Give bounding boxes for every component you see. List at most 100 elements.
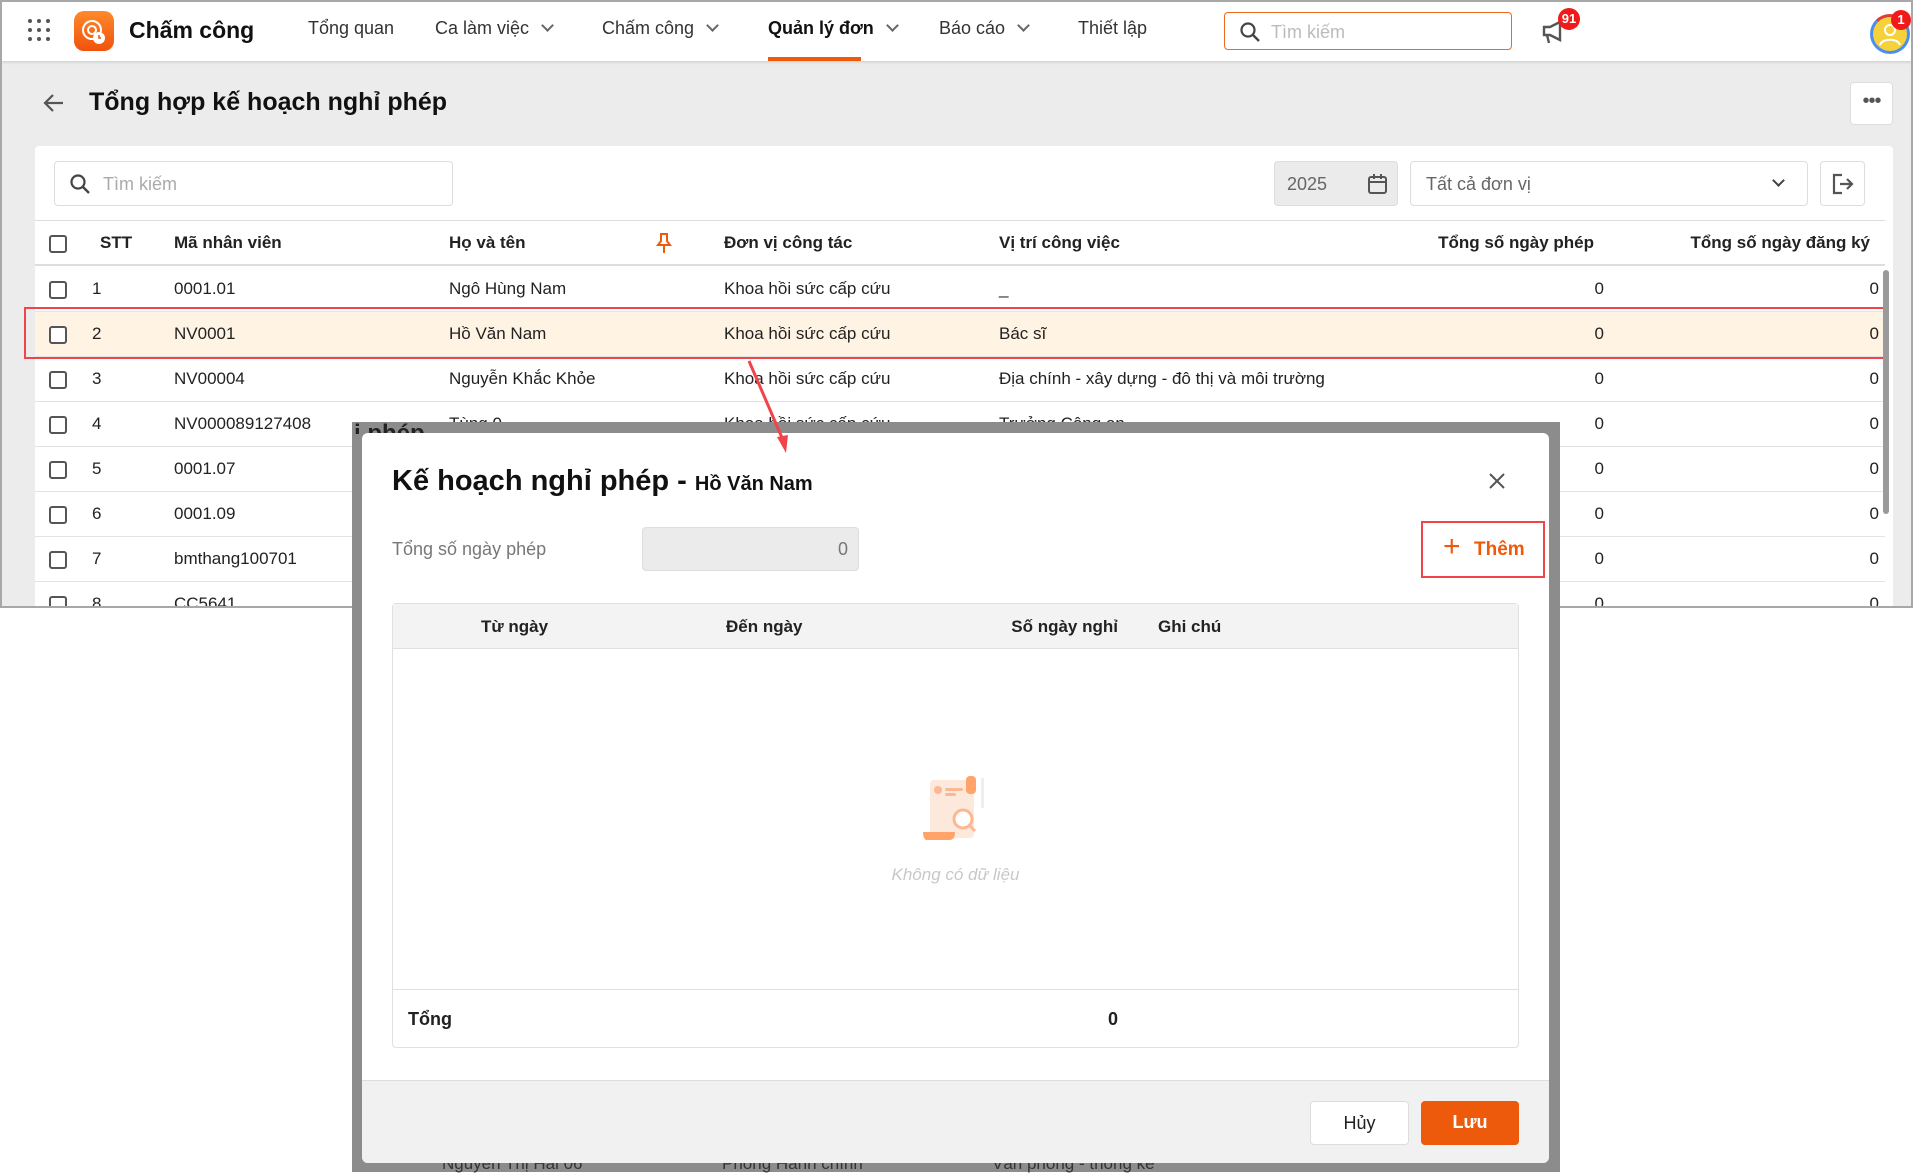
cell-stt: 4 — [92, 414, 102, 433]
chevron-down-icon — [706, 19, 719, 32]
search-placeholder: Tìm kiếm — [103, 174, 177, 194]
back-arrow-icon[interactable] — [42, 92, 66, 114]
cell-total: 0 — [1594, 279, 1604, 298]
active-tab-indicator — [768, 57, 861, 61]
page-title: Tổng hợp kế hoạch nghỉ phép — [89, 88, 448, 116]
cell-registered: 0 — [1869, 279, 1879, 298]
total-days-input: 0 — [642, 527, 859, 571]
cell-code: CC5641 — [174, 594, 237, 608]
leave-plan-modal: Kế hoạch nghỉ phép - Hồ Văn Nam Tổng số … — [362, 433, 1549, 1163]
cell-name: Nguyễn Khắc Khỏe — [449, 369, 596, 388]
cell-total: 0 — [1594, 459, 1604, 478]
more-options-button[interactable]: ••• — [1850, 82, 1893, 125]
sum-label: Tổng — [408, 1009, 452, 1029]
header-to-date: Đến ngày — [726, 617, 803, 636]
cell-total: 0 — [1594, 549, 1604, 568]
global-search-input[interactable]: Tìm kiếm — [1224, 12, 1512, 50]
add-button-label: Thêm — [1474, 539, 1525, 560]
app-title: Chấm công — [129, 17, 255, 43]
nav-tong-quan[interactable]: Tổng quan — [308, 18, 394, 39]
cell-code: bmthang100701 — [174, 549, 297, 568]
cell-stt: 7 — [92, 549, 102, 568]
header-registered: Tổng số ngày đăng ký — [1690, 233, 1870, 252]
year-picker[interactable]: 2025 — [1274, 161, 1398, 206]
unit-value: Tất cả đơn vị — [1426, 174, 1531, 194]
cell-total: 0 — [1594, 594, 1604, 608]
save-button[interactable]: Lưu — [1421, 1101, 1519, 1145]
cell-code: NV000089127408 — [174, 414, 312, 433]
header-from-date: Từ ngày — [481, 617, 549, 636]
avatar-badge: 1 — [1891, 10, 1911, 30]
chevron-down-icon — [1017, 19, 1030, 32]
cell-position: Địa chính - xây dựng - đô thị và môi trư… — [999, 369, 1325, 388]
nav-thiet-lap[interactable]: Thiết lập — [1078, 18, 1147, 39]
cancel-button[interactable]: Hủy — [1310, 1101, 1409, 1145]
add-button[interactable]: + Thêm — [1421, 521, 1545, 578]
selected-row-annotation — [24, 307, 1888, 359]
app-logo-icon — [74, 11, 114, 51]
leave-table-header — [393, 604, 1518, 649]
cell-stt: 8 — [92, 594, 102, 608]
cell-stt: 5 — [92, 459, 102, 478]
cell-code: 0001.01 — [174, 279, 236, 298]
chevron-down-icon — [541, 19, 554, 32]
cell-registered: 0 — [1869, 594, 1879, 608]
sum-value: 0 — [1107, 1009, 1118, 1029]
vertical-scrollbar[interactable] — [1883, 270, 1889, 514]
row-checkbox[interactable] — [49, 461, 67, 479]
empty-data-icon — [923, 776, 984, 840]
modal-employee-name: Hồ Văn Nam — [694, 473, 813, 495]
header-note: Ghi chú — [1158, 617, 1222, 636]
empty-data-text: Không có dữ liệu — [891, 865, 1020, 884]
top-navbar: Chấm công Tổng quan Ca làm việc Chấm côn… — [2, 2, 1911, 61]
cell-stt: 3 — [92, 369, 102, 388]
export-icon — [1832, 173, 1854, 195]
table-row[interactable]: 3 NV00004 Nguyễn Khắc Khỏe Khoa hồi sức cấp… — [35, 357, 1885, 402]
year-value: 2025 — [1287, 174, 1328, 194]
select-all-checkbox[interactable] — [49, 235, 67, 253]
row-checkbox[interactable] — [49, 551, 67, 569]
unit-select[interactable]: Tất cả đơn vị — [1410, 161, 1808, 206]
cell-unit: Khoa hồi sức cấp cứu — [724, 369, 891, 388]
table-header — [35, 220, 1885, 266]
row-checkbox[interactable] — [49, 281, 67, 299]
nav-quan-ly-don[interactable]: Quản lý đơn — [768, 18, 899, 39]
modal-title: Kế hoạch nghỉ phép - Hồ Văn Nam — [392, 465, 813, 498]
plus-icon: + — [1443, 530, 1461, 563]
cell-registered: 0 — [1869, 369, 1879, 388]
calendar-icon — [1368, 174, 1387, 194]
row-checkbox[interactable] — [49, 596, 67, 606]
cell-name: Ngô Hùng Nam — [449, 279, 567, 298]
cell-registered: 0 — [1869, 459, 1879, 478]
cell-unit: Khoa hồi sức cấp cứu — [724, 279, 891, 298]
table-row[interactable]: 1 0001.01 Ngô Hùng Nam Khoa hồi sức cấp cứu… — [35, 267, 1885, 312]
cell-registered: 0 — [1869, 549, 1879, 568]
cell-stt: 6 — [92, 504, 102, 523]
total-days-label: Tổng số ngày phép — [392, 539, 547, 559]
cell-total: 0 — [1594, 414, 1604, 433]
close-icon[interactable] — [1488, 472, 1506, 490]
row-checkbox[interactable] — [49, 371, 67, 389]
cell-registered: 0 — [1869, 504, 1879, 523]
header-unit: Đơn vị công tác — [724, 233, 853, 252]
row-checkbox[interactable] — [49, 416, 67, 434]
app-grid-icon[interactable] — [28, 19, 50, 41]
cell-stt: 1 — [92, 279, 102, 298]
ghost-title: i phép — [354, 420, 425, 434]
cell-registered: 0 — [1869, 414, 1879, 433]
cell-total: 0 — [1594, 504, 1604, 523]
chevron-down-icon — [885, 19, 899, 32]
header-stt: STT — [100, 233, 133, 252]
nav-ca-lam-viec[interactable]: Ca làm việc — [435, 18, 554, 39]
search-placeholder: Tìm kiếm — [1271, 22, 1345, 42]
nav-cham-cong[interactable]: Chấm công — [602, 18, 719, 39]
total-days-value: 0 — [837, 539, 848, 559]
table-search-input[interactable]: Tìm kiếm — [54, 161, 453, 206]
row-checkbox[interactable] — [49, 506, 67, 524]
search-icon — [70, 174, 90, 194]
export-button[interactable] — [1820, 161, 1865, 206]
pin-icon[interactable] — [655, 232, 673, 254]
nav-bao-cao[interactable]: Báo cáo — [939, 18, 1030, 39]
search-icon — [1240, 22, 1260, 42]
cell-code: NV00004 — [174, 369, 245, 388]
